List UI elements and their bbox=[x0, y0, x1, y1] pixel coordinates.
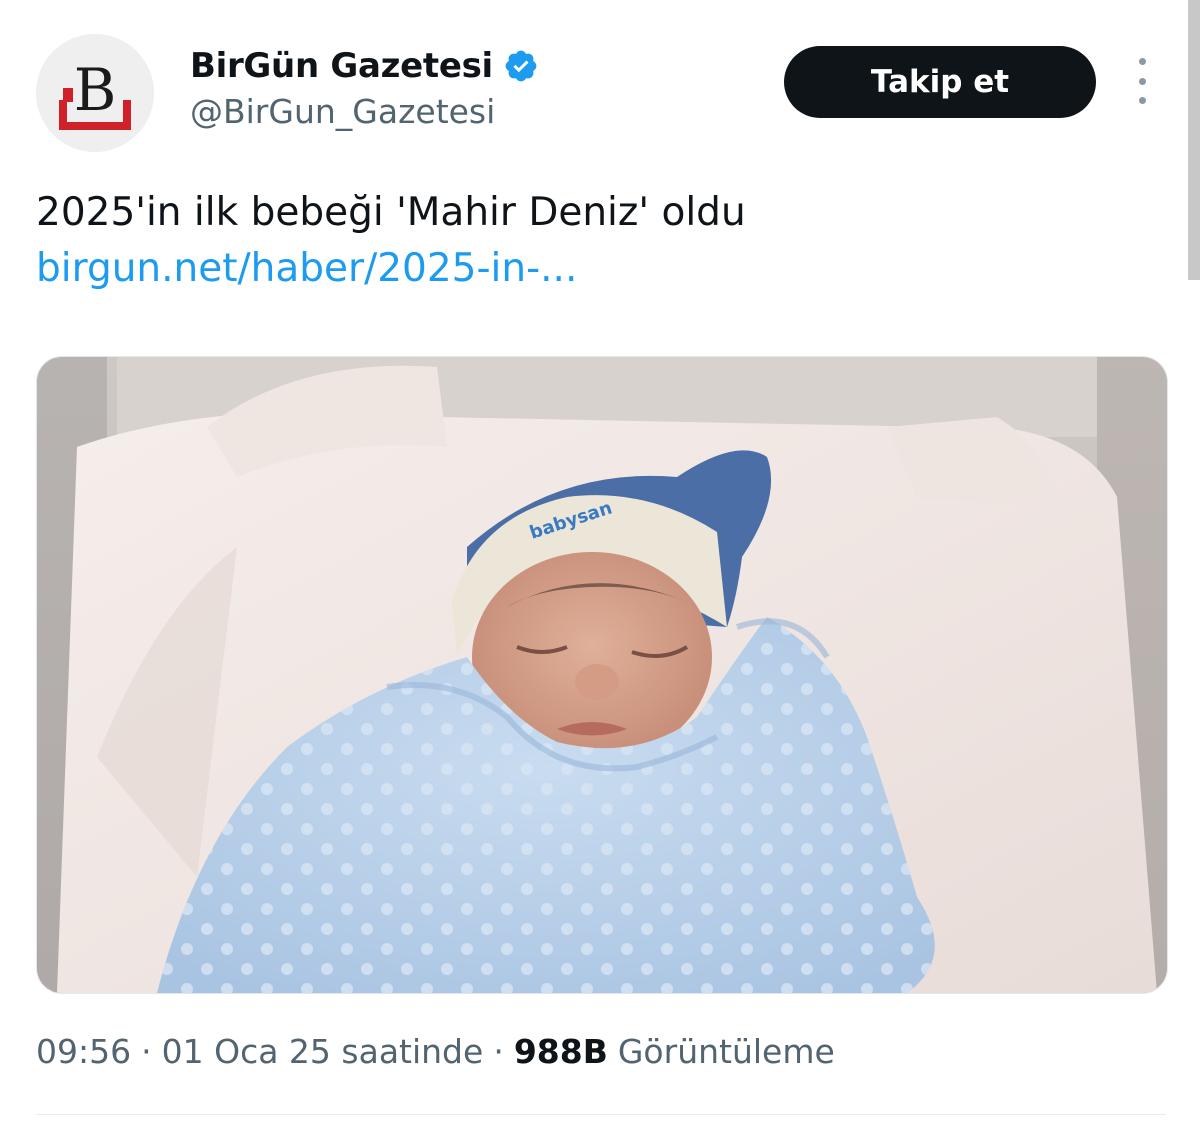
tweet-date[interactable]: 01 Oca 25 saatinde bbox=[162, 1032, 484, 1071]
avatar[interactable]: B bbox=[36, 34, 154, 152]
display-name[interactable]: BirGün Gazetesi bbox=[190, 46, 493, 86]
tweet-media-photo[interactable]: babysan bbox=[36, 356, 1168, 994]
divider bbox=[36, 1114, 1166, 1115]
follow-button[interactable]: Takip et bbox=[784, 46, 1096, 118]
tweet-link[interactable]: birgun.net/haber/2025-in-... bbox=[36, 242, 577, 296]
tweet-page: B BirGün Gazetesi @BirGun_Gazetesi Takip… bbox=[0, 0, 1200, 1122]
views-label: Görüntüleme bbox=[617, 1032, 835, 1071]
meta-separator: · bbox=[493, 1032, 504, 1071]
tweet-text: 2025'in ilk bebeği 'Mahir Deniz' oldu bbox=[36, 190, 746, 235]
account-handle[interactable]: @BirGun_Gazetesi bbox=[190, 92, 495, 131]
name-row: BirGün Gazetesi bbox=[190, 42, 539, 90]
avatar-letter: B bbox=[74, 56, 117, 124]
meta-separator: · bbox=[141, 1032, 152, 1071]
newborn-photo: babysan bbox=[37, 357, 1167, 993]
tweet-time[interactable]: 09:56 bbox=[36, 1032, 131, 1071]
views-count: 988B bbox=[513, 1032, 608, 1071]
scrollbar[interactable] bbox=[1188, 0, 1200, 280]
more-options-icon[interactable] bbox=[1126, 58, 1158, 104]
tweet-meta: 09:56 · 01 Oca 25 saatinde · 988B Görünt… bbox=[36, 1032, 835, 1071]
verified-badge-icon bbox=[503, 48, 539, 84]
birgun-logo-icon: B bbox=[36, 34, 154, 152]
